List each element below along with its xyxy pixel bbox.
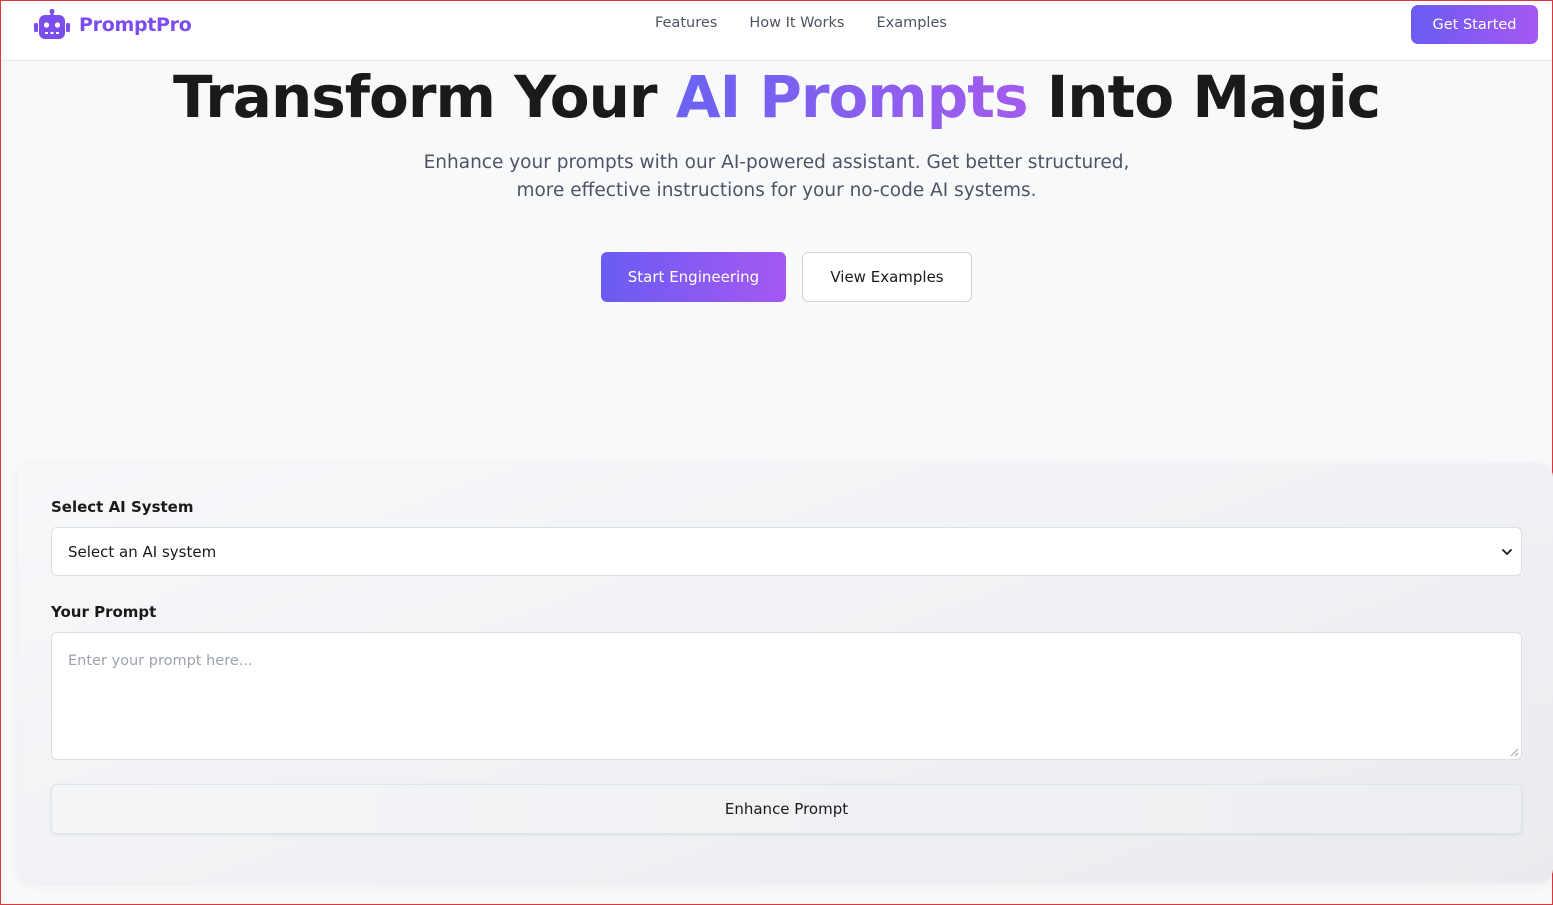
nav-links: Features How It Works Examples xyxy=(655,15,947,31)
get-started-button[interactable]: Get Started xyxy=(1411,5,1538,44)
hero-title-start: Transform Your xyxy=(173,63,676,131)
nav-link-how-it-works[interactable]: How It Works xyxy=(749,15,844,31)
brand-name: PromptPro xyxy=(79,14,192,36)
top-navbar: PromptPro Features How It Works Examples… xyxy=(1,1,1552,61)
ai-system-label: Select AI System xyxy=(51,498,194,516)
hero-title-end: Into Magic xyxy=(1027,63,1381,131)
nav-link-examples[interactable]: Examples xyxy=(876,15,946,31)
brand-logo[interactable]: PromptPro xyxy=(33,9,192,41)
nav-link-features[interactable]: Features xyxy=(655,15,717,31)
hero-title: Transform Your AI Prompts Into Magic xyxy=(1,63,1552,131)
prompt-textarea[interactable] xyxy=(52,633,1521,759)
hero-title-accent: AI Prompts xyxy=(675,63,1029,131)
view-examples-button[interactable]: View Examples xyxy=(802,252,972,302)
robot-icon xyxy=(34,9,70,39)
enhance-prompt-button[interactable]: Enhance Prompt xyxy=(51,784,1522,834)
resize-handle-icon[interactable] xyxy=(1509,747,1519,757)
start-engineering-button[interactable]: Start Engineering xyxy=(601,252,786,302)
chevron-down-icon xyxy=(1502,549,1512,555)
prompt-label: Your Prompt xyxy=(51,603,157,621)
ai-system-selected-value: Select an AI system xyxy=(68,543,217,561)
ai-system-select[interactable]: Select an AI system xyxy=(51,527,1522,576)
hero-subtitle-line-1: Enhance your prompts with our AI-powered… xyxy=(423,152,1130,173)
prompt-form-card: Select AI System Select an AI system You… xyxy=(18,463,1553,883)
hero-subtitle-line-2: more effective instructions for your no-… xyxy=(516,180,1037,201)
prompt-textarea-container xyxy=(51,632,1522,760)
hero-subtitle: Enhance your prompts with our AI-powered… xyxy=(1,149,1552,205)
